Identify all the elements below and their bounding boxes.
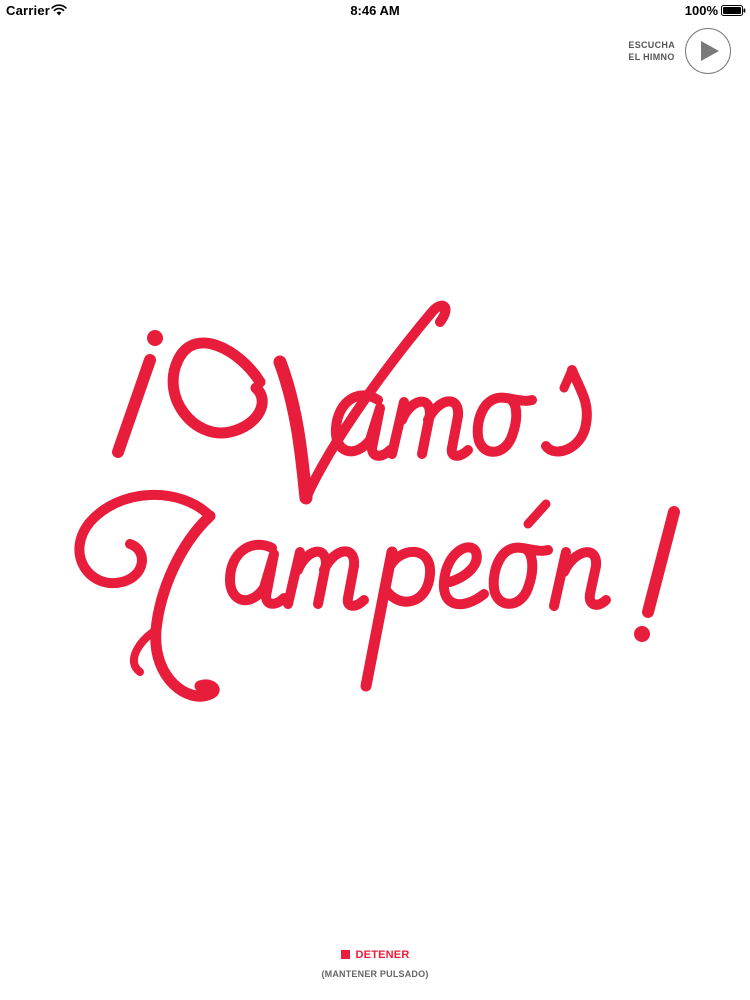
stop-hint: (MANTENER PULSADO)	[321, 969, 429, 979]
stop-label: DETENER	[355, 948, 410, 961]
stop-icon	[340, 950, 350, 959]
anthem-label: ESCUCHA EL HIMNO	[628, 39, 675, 63]
stop-control: DETENER (MANTENER PULSADO)	[0, 946, 750, 980]
status-bar: Carrier 8:46 AM 100%	[0, 0, 750, 22]
play-anthem-button[interactable]	[685, 28, 731, 74]
anthem-label-line1: ESCUCHA	[628, 40, 675, 50]
stop-button[interactable]: DETENER	[340, 948, 410, 961]
anthem-label-line2: EL HIMNO	[628, 52, 675, 62]
battery-icon	[721, 5, 746, 16]
vamos-campeon-lettering	[74, 300, 680, 702]
play-icon	[701, 41, 719, 61]
battery-percentage: 100%	[684, 3, 718, 18]
anthem-player: ESCUCHA EL HIMNO	[628, 27, 731, 75]
clock: 8:46 AM	[350, 3, 400, 18]
